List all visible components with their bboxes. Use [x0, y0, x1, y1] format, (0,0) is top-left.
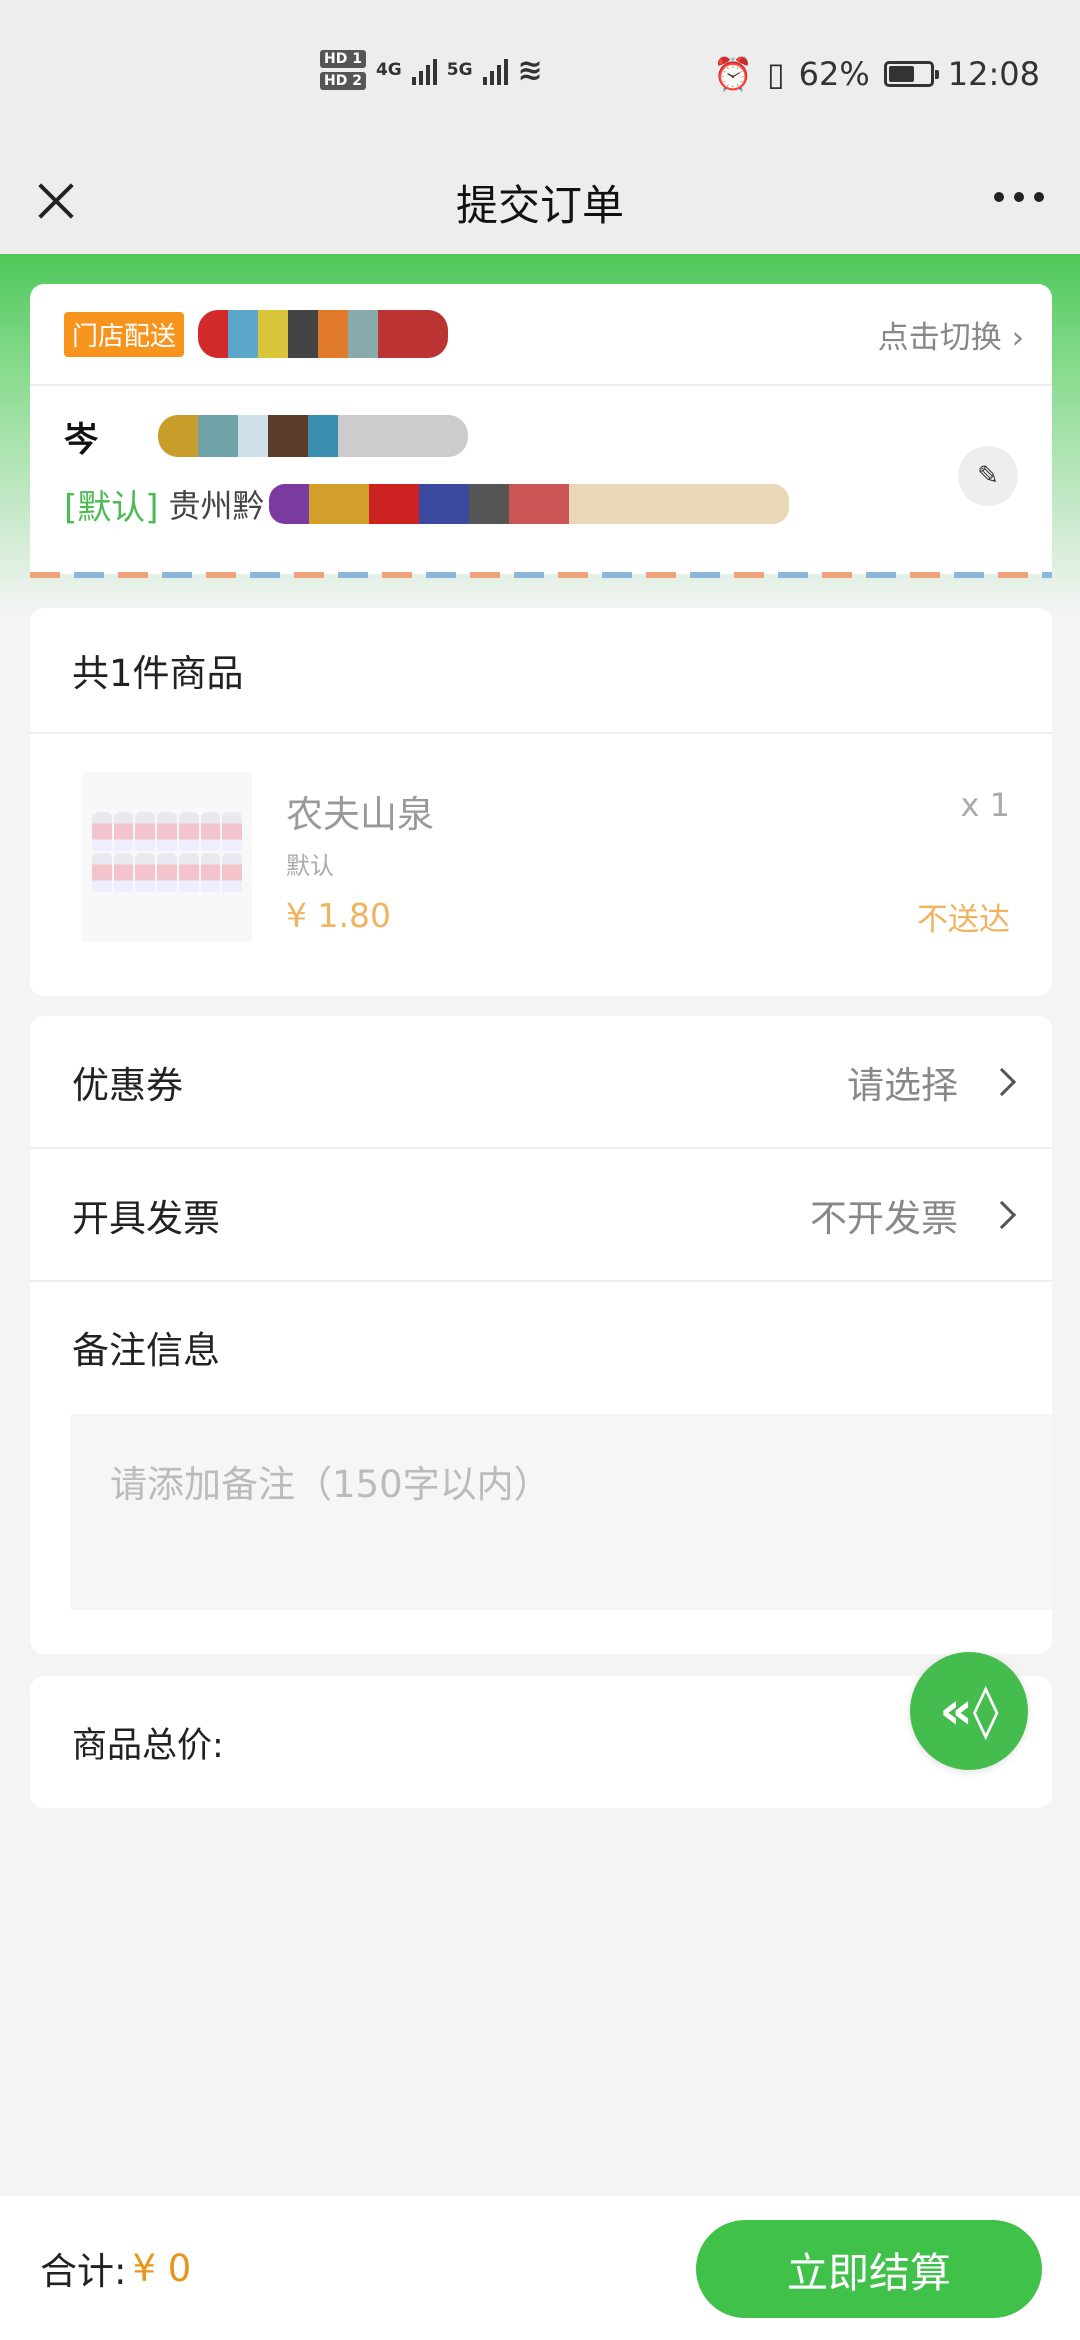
goods-item[interactable]: 农夫山泉 默认 ¥ 1.80 x 1 不送达: [30, 734, 1052, 994]
coupon-value: 请选择: [847, 1063, 958, 1107]
status-bar: HD 1 HD 2 4G 5G ≋ ⏰ ▯ 62% 12:08: [0, 0, 1080, 150]
switch-delivery-link[interactable]: 点击切换 ›: [878, 312, 1024, 357]
status-right: ⏰ ▯ 62% 12:08: [713, 55, 1040, 93]
redacted-address: [268, 484, 789, 524]
delivery-row: 门店配送 点击切换 ›: [30, 284, 1052, 386]
edit-address-button[interactable]: ✎: [958, 446, 1018, 506]
product-price: ¥ 1.80: [286, 896, 391, 935]
goods-total-label: 商品总价:: [72, 1725, 224, 1766]
sum-label: 合计:: [40, 2250, 127, 2293]
goods-card: 共1件商品 农夫山泉 默认 ¥ 1.80 x 1 不送达: [30, 608, 1052, 996]
checkout-bar: 合计: ¥ 0 立即结算: [0, 2196, 1080, 2340]
address-line: [默认] 贵州黔: [64, 474, 1018, 534]
battery-percent: 62%: [798, 55, 870, 93]
invoice-label: 开具发票: [72, 1196, 220, 1240]
recipient-row: 岑: [64, 406, 1018, 466]
hd-indicators: HD 1 HD 2: [320, 50, 366, 90]
vibrate-icon: ▯: [767, 55, 785, 93]
redacted-phone: [158, 415, 468, 457]
default-address-tag: [默认]: [64, 487, 159, 528]
chevron-right-icon: [987, 1067, 1017, 1096]
address-card[interactable]: 门店配送 点击切换 › 岑 [默认] 贵州黔 ✎: [30, 284, 1052, 574]
brand-logo-icon: «◊: [939, 1681, 999, 1741]
hd2-badge: HD 2: [320, 72, 366, 90]
delivery-status: 不送达: [917, 902, 1010, 938]
more-options-icon[interactable]: [994, 192, 1044, 202]
alarm-icon: ⏰: [713, 55, 754, 93]
battery-icon: [883, 61, 939, 87]
goods-count-header: 共1件商品: [30, 608, 1052, 734]
remark-label: 备注信息: [72, 1329, 220, 1372]
address-body: 岑 [默认] 贵州黔 ✎: [30, 386, 1052, 554]
product-quantity: x 1: [960, 786, 1010, 824]
product-image: [82, 772, 252, 942]
water-bottles-image: [92, 812, 242, 892]
store-delivery-tag: 门店配送: [64, 311, 185, 357]
floating-action-button[interactable]: «◊: [910, 1652, 1028, 1770]
sum-value: ¥ 0: [132, 2246, 192, 2290]
invoice-row[interactable]: 开具发票 不开发票: [30, 1149, 1052, 1282]
remark-input[interactable]: 请添加备注（150字以内）: [70, 1414, 1052, 1610]
pencil-icon: ✎: [977, 461, 999, 491]
checkout-button[interactable]: 立即结算: [696, 2220, 1042, 2318]
close-icon[interactable]: [28, 172, 88, 232]
battery-level: [888, 66, 914, 82]
page-title: 提交订单: [455, 180, 624, 230]
signal-bars-icon-2: [482, 55, 508, 85]
wifi-icon: ≋: [517, 52, 543, 88]
recipient-name: 岑: [64, 419, 98, 460]
order-options-card: 优惠券 请选择 开具发票 不开发票 备注信息 请添加备注（150字以内）: [30, 1016, 1052, 1654]
coupon-row[interactable]: 优惠券 请选择: [30, 1016, 1052, 1149]
product-spec: 默认: [286, 852, 334, 880]
chevron-right-icon: [987, 1200, 1017, 1229]
product-name: 农夫山泉: [286, 793, 434, 836]
hd1-badge: HD 1: [320, 50, 366, 68]
goods-total-card: 商品总价:: [30, 1676, 1052, 1808]
network-5g-label: 5G: [446, 60, 473, 80]
address-prefix: 贵州黔: [168, 487, 265, 525]
signal-bars-icon: [411, 55, 437, 85]
navbar: 提交订单: [0, 150, 1080, 254]
network-4g-label: 4G: [375, 60, 402, 80]
coupon-label: 优惠券: [72, 1063, 183, 1107]
clock-time: 12:08: [947, 55, 1040, 93]
redacted-store-name: [198, 310, 449, 358]
airmail-border: [30, 572, 1052, 578]
invoice-value: 不开发票: [810, 1196, 958, 1240]
signal-indicators: HD 1 HD 2 4G 5G ≋: [320, 50, 543, 90]
